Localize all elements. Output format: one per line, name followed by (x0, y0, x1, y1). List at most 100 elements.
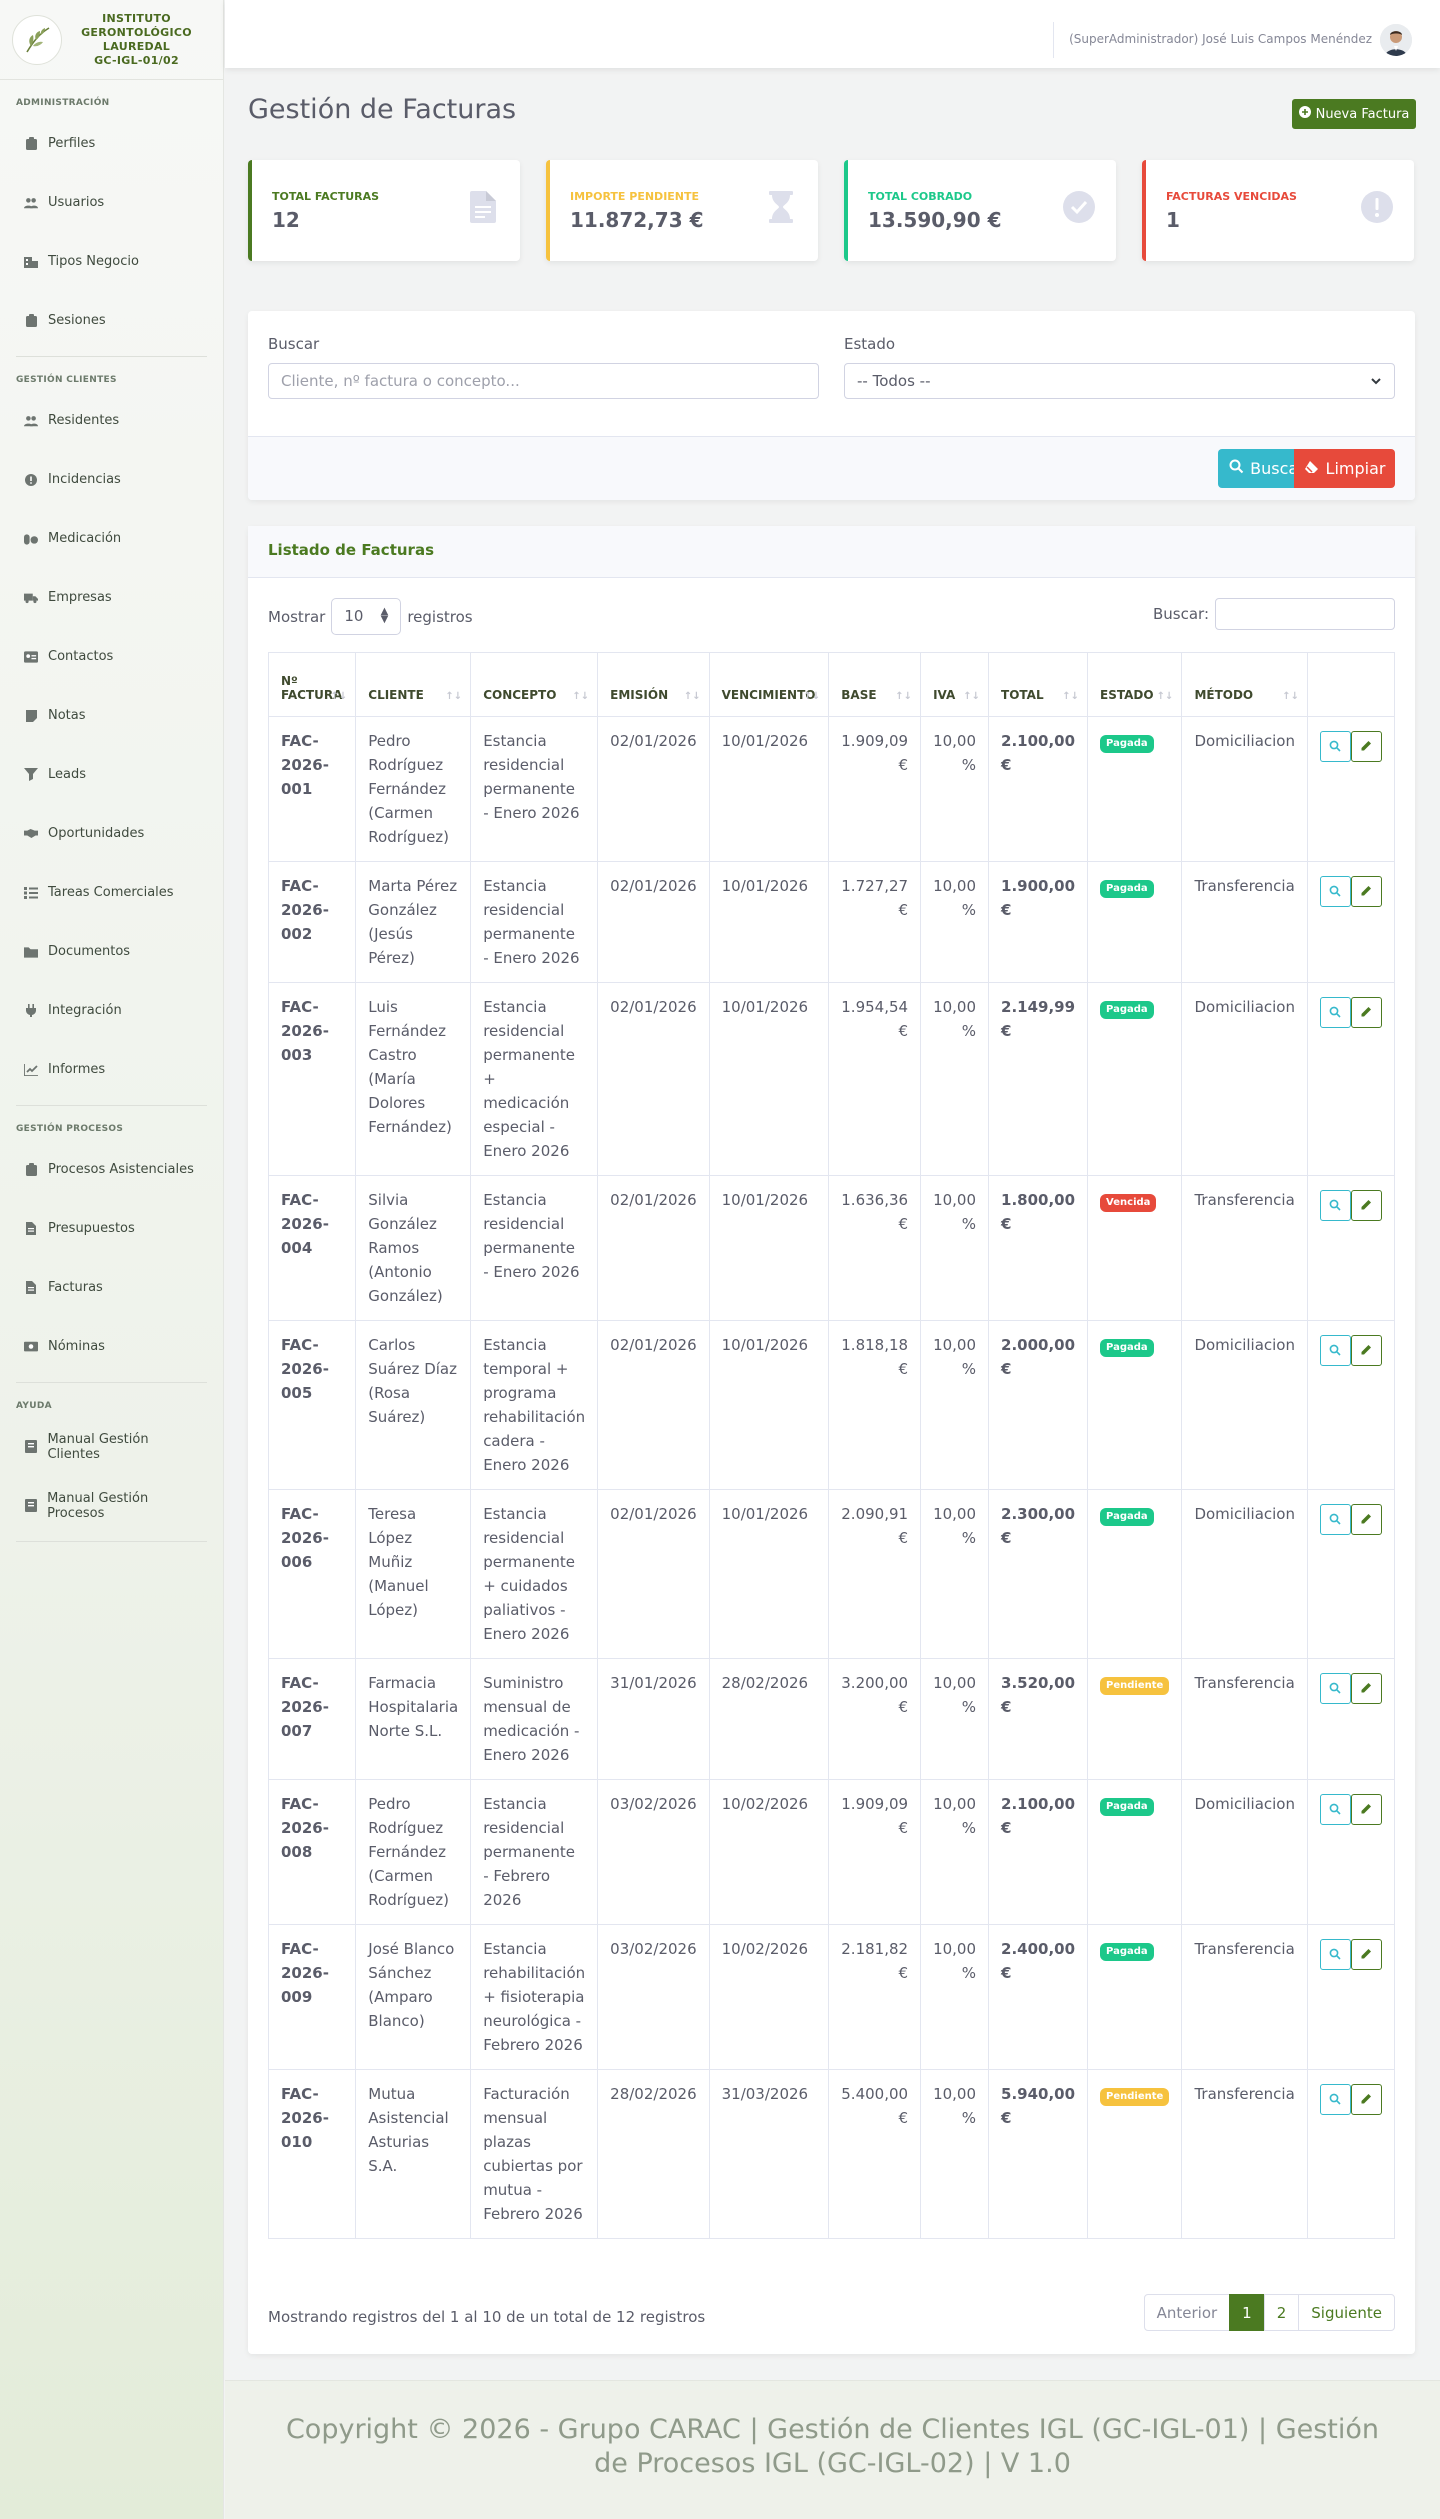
sort-icon: ↑↓ (1282, 691, 1299, 702)
concept: Suministro mensual de medicación - Enero… (470, 1658, 599, 1780)
sidebar-item-residentes[interactable]: Residentes (0, 391, 223, 450)
view-button[interactable] (1319, 1939, 1351, 1970)
sidebar-item-nominas[interactable]: Nóminas (0, 1317, 223, 1376)
vat-rate: 10,00 % (920, 1175, 990, 1321)
sidebar-item-manual-gestion-clientes[interactable]: Manual Gestión Clientes (0, 1417, 223, 1476)
chevron-down-icon (1370, 372, 1382, 390)
sidebar-item-contactos[interactable]: Contactos (0, 627, 223, 686)
sidebar-item-notas[interactable]: Notas (0, 686, 223, 745)
sidebar-item-leads[interactable]: Leads (0, 745, 223, 804)
new-invoice-button[interactable]: Nueva Factura (1292, 99, 1416, 129)
sidebar-item-manual-gestion-procesos[interactable]: Manual Gestión Procesos (0, 1476, 223, 1535)
pencil-icon (1360, 1943, 1372, 1967)
sidebar-item-informes[interactable]: Informes (0, 1040, 223, 1099)
table-row: FAC-2026-008 Pedro Rodríguez Fernández (C… (267, 1779, 1396, 1925)
view-button[interactable] (1319, 1673, 1351, 1704)
issue-date: 02/01/2026 (597, 1175, 710, 1321)
sidebar-item-incidencias[interactable]: Incidencias (0, 450, 223, 509)
total-amount: 2.149,99 € (988, 982, 1089, 1176)
table-row: FAC-2026-007 Farmacia Hospitalaria Norte … (267, 1658, 1396, 1780)
search-input[interactable]: Cliente, nº factura o concepto... (268, 363, 819, 399)
avatar[interactable] (1380, 24, 1412, 56)
search-label: Buscar (268, 335, 320, 353)
edit-button[interactable] (1350, 1504, 1382, 1535)
view-button[interactable] (1319, 1504, 1351, 1535)
sidebar-nav: ADMINISTRACIÓN Perfiles Usuarios Tipos Nego… (0, 80, 223, 1542)
sidebar-item-tipos-negocio[interactable]: Tipos Negocio (0, 232, 223, 291)
column-header[interactable]: ESTADO ↑↓ (1087, 652, 1183, 717)
sort-icon: ↑↓ (445, 691, 463, 702)
sidebar-item-facturas[interactable]: Facturas (0, 1258, 223, 1317)
page-length-control: Mostrar 10 ▲ ▼ registros (268, 598, 473, 635)
edit-button[interactable] (1350, 1335, 1382, 1366)
search-icon (1329, 1339, 1342, 1363)
status-select[interactable]: -- Todos -- (844, 363, 1395, 399)
status-badge: Vencida (1100, 1194, 1157, 1212)
edit-button[interactable] (1350, 997, 1382, 1028)
show-label: Mostrar (268, 607, 326, 626)
column-header[interactable]: BASE ↑↓ (828, 652, 922, 717)
view-button[interactable] (1319, 1794, 1351, 1825)
due-date: 10/02/2026 (708, 1924, 830, 2070)
brand[interactable]: INSTITUTO GERONTOLÓGICO LAUREDAL GC-IGL-… (0, 0, 223, 80)
column-header[interactable]: MÉTODO ↑↓ (1181, 652, 1308, 717)
user-name[interactable]: (SuperAdministrador) José Luis Campos Me… (1069, 32, 1372, 46)
column-header[interactable]: TOTAL ↑↓ (988, 652, 1089, 717)
edit-button[interactable] (1350, 1673, 1382, 1704)
sidebar-item-label: Procesos Asistenciales (48, 1162, 194, 1177)
status-cell: Pendiente (1087, 2069, 1183, 2239)
sidebar-heading: GESTIÓN PROCESOS (16, 1124, 124, 1134)
next-page-button[interactable]: Siguiente (1298, 2294, 1395, 2331)
clear-button[interactable]: Limpiar (1294, 449, 1395, 488)
concept: Estancia residencial permanente - Enero … (470, 1175, 599, 1321)
table-row: FAC-2026-010 Mutua Asistencial Asturias S… (267, 2069, 1396, 2239)
edit-button[interactable] (1350, 731, 1382, 762)
view-button[interactable] (1319, 997, 1351, 1028)
payment-method: Transferencia (1181, 1658, 1308, 1780)
sidebar-item-empresas[interactable]: Empresas (0, 568, 223, 627)
table-search-input[interactable] (1215, 598, 1395, 630)
page-1-button[interactable]: 1 (1229, 2294, 1265, 2331)
sidebar-item-oportunidades[interactable]: Oportunidades (0, 804, 223, 863)
view-button[interactable] (1319, 1335, 1351, 1366)
total-amount: 5.940,00 € (988, 2069, 1089, 2239)
search-icon (1329, 1943, 1342, 1967)
edit-button[interactable] (1350, 1190, 1382, 1221)
sidebar-item-presupuestos[interactable]: Presupuestos (0, 1199, 223, 1258)
sidebar-item-perfiles[interactable]: Perfiles (0, 114, 223, 173)
edit-button[interactable] (1350, 1794, 1382, 1825)
edit-button[interactable] (1350, 876, 1382, 907)
sidebar-item-usuarios[interactable]: Usuarios (0, 173, 223, 232)
view-button[interactable] (1319, 1190, 1351, 1221)
sidebar-item-sesiones[interactable]: Sesiones (0, 291, 223, 350)
search-icon (1329, 1798, 1342, 1822)
edit-button[interactable] (1350, 2084, 1382, 2115)
page-2-button[interactable]: 2 (1263, 2294, 1300, 2331)
column-header[interactable]: EMISIÓN ↑↓ (597, 652, 710, 717)
sidebar-item-procesos-asistenciales[interactable]: Procesos Asistenciales (0, 1140, 223, 1199)
column-header[interactable]: IVA ↑↓ (920, 652, 990, 717)
card-label: TOTAL COBRADO (868, 190, 973, 203)
sidebar-item-label: Medicación (48, 531, 122, 546)
invoice-table: Nº FACTURA ↑↓ CLIENTE ↑↓ CONCEPTO ↑↓ EMISIÓN ↑↓… (267, 652, 1396, 2239)
sidebar-item-medicacion[interactable]: Medicación (0, 509, 223, 568)
sidebar-item-tareas-comerciales[interactable]: Tareas Comerciales (0, 863, 223, 922)
status-badge: Pagada (1100, 1001, 1154, 1019)
column-header[interactable]: CLIENTE ↑↓ (355, 652, 472, 717)
card-stripe (248, 160, 252, 261)
view-button[interactable] (1319, 731, 1351, 762)
sidebar-item-documentos[interactable]: Documentos (0, 922, 223, 981)
view-button[interactable] (1319, 876, 1351, 907)
column-header[interactable]: Nº FACTURA ↑↓ (267, 652, 357, 717)
card-overdue-invoices: FACTURAS VENCIDAS 1 (1142, 160, 1414, 261)
table-row: FAC-2026-005 Carlos Suárez Díaz (Rosa Suá… (267, 1320, 1396, 1490)
prev-page-button[interactable]: Anterior (1143, 2294, 1231, 2331)
edit-button[interactable] (1350, 1939, 1382, 1970)
page-length-select[interactable]: 10 ▲ ▼ (331, 598, 402, 635)
column-header[interactable]: VENCIMIENTO ↑↓ (708, 652, 830, 717)
view-button[interactable] (1319, 2084, 1351, 2115)
column-header[interactable]: CONCEPTO ↑↓ (470, 652, 599, 717)
sidebar-item-integracion[interactable]: Integración (0, 981, 223, 1040)
issue-date: 28/02/2026 (597, 2069, 710, 2239)
status-badge: Pagada (1100, 1339, 1154, 1357)
